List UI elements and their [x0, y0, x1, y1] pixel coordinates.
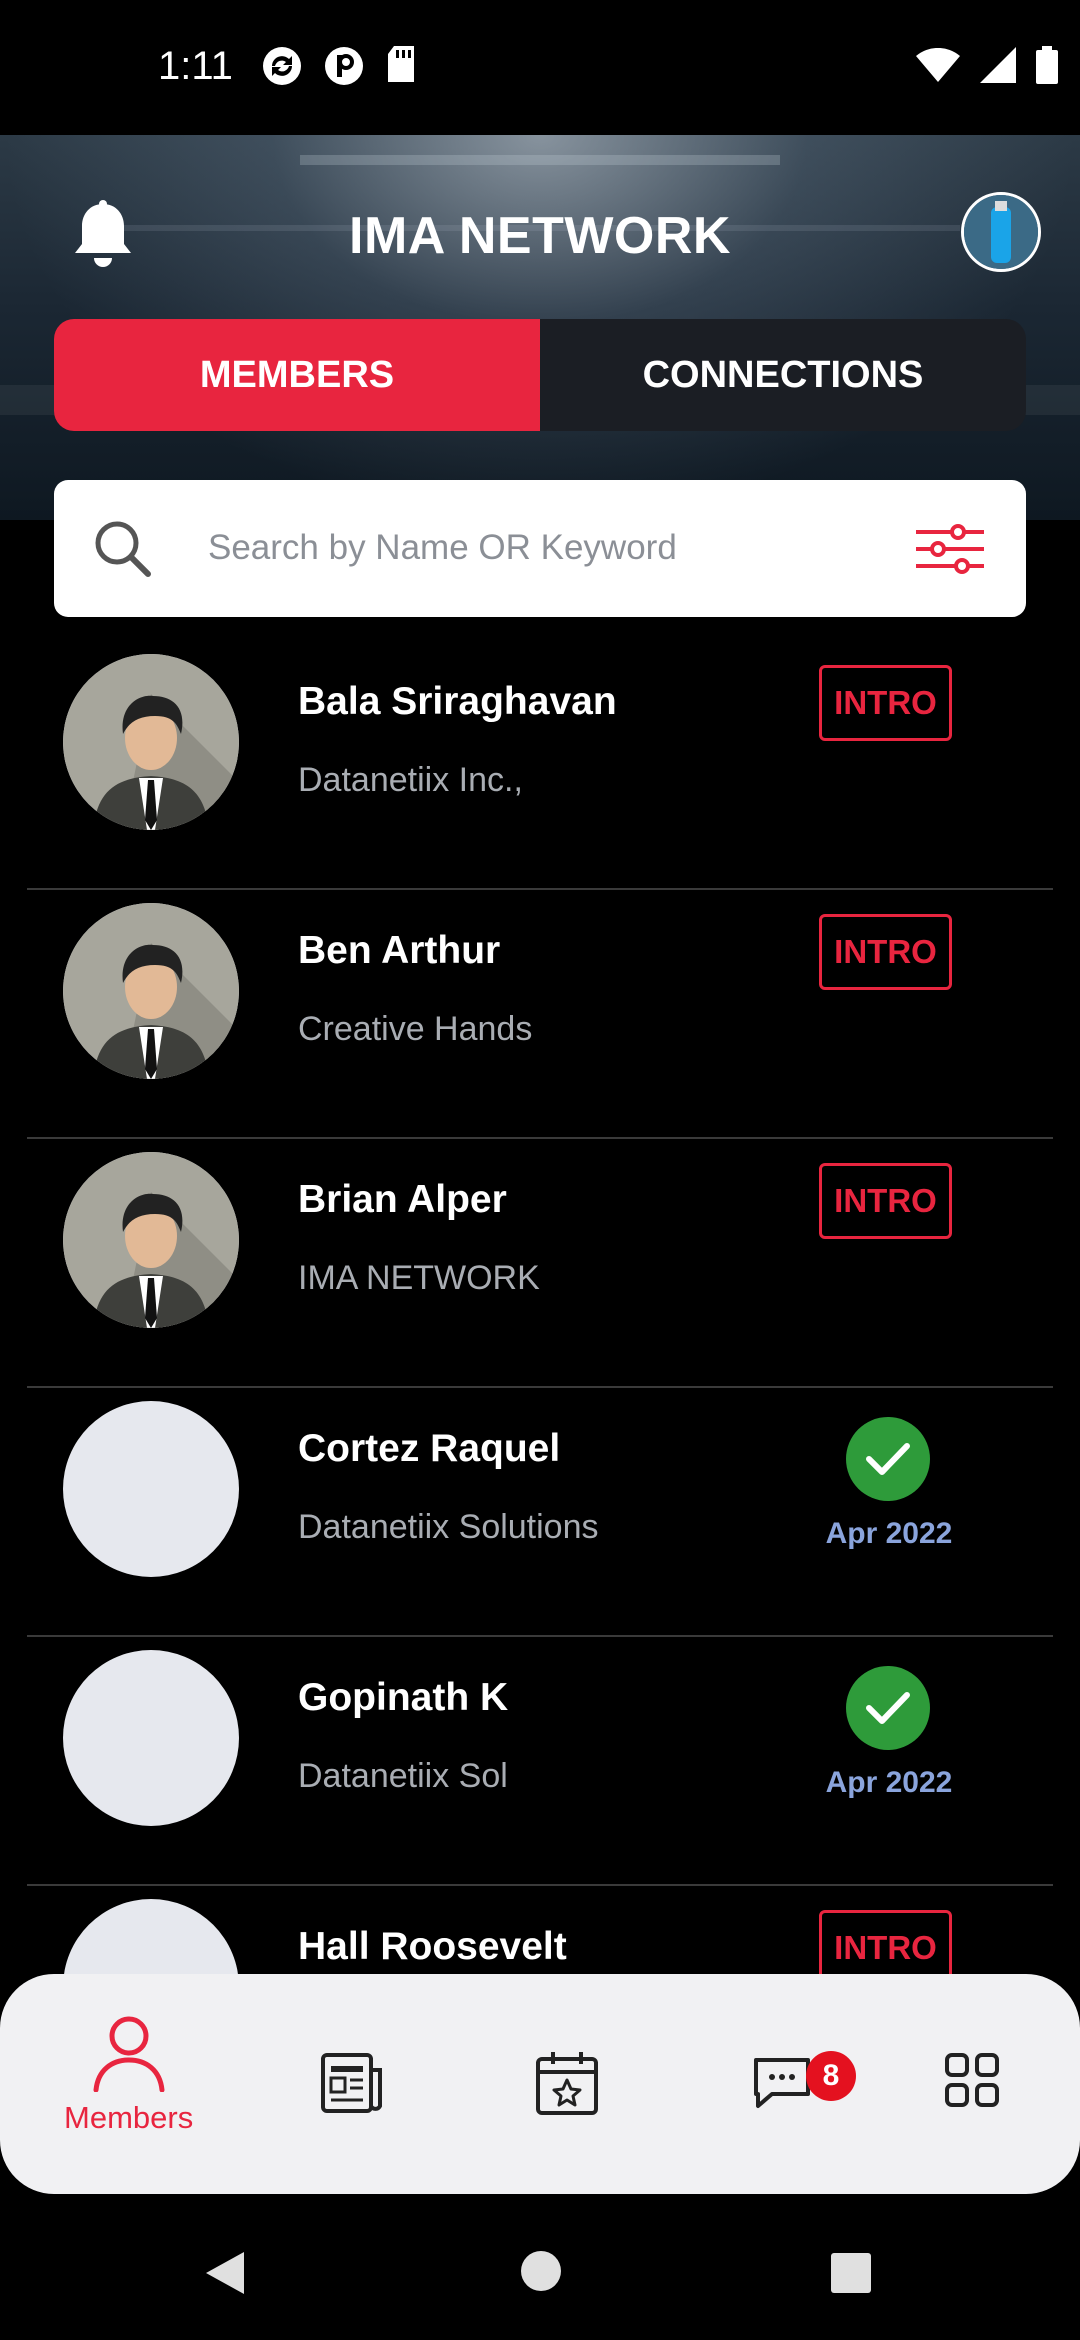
calendar-star-icon [536, 2052, 598, 2115]
intro-button[interactable]: INTRO [819, 665, 952, 741]
battery-icon [1036, 46, 1058, 84]
search-placeholder[interactable]: Search by Name OR Keyword [208, 528, 677, 568]
connected-date: Apr 2022 [825, 1766, 953, 1799]
member-org: Datanetiix Inc., [298, 761, 523, 799]
member-org: IMA NETWORK [298, 1259, 540, 1297]
member-org: Creative Hands [298, 1010, 533, 1048]
tab-connections[interactable]: CONNECTIONS [540, 319, 1026, 431]
intro-button[interactable]: INTRO [819, 914, 952, 990]
intro-button[interactable]: INTRO [819, 1163, 952, 1239]
page-title: IMA NETWORK [349, 207, 731, 265]
back-icon[interactable] [204, 2250, 246, 2296]
person-icon [63, 654, 239, 830]
list-item[interactable]: Cortez Raquel Datanetiix Solutions Apr 2… [27, 1387, 1053, 1637]
member-name: Cortez Raquel [298, 1427, 561, 1470]
list-item[interactable]: Brian Alper IMA NETWORK INTRO [27, 1138, 1053, 1388]
tab-members[interactable]: MEMBERS [54, 319, 540, 431]
member-org: Datanetiix Sol [298, 1757, 508, 1795]
nav-events[interactable] [535, 2050, 599, 2116]
member-name: Gopinath K [298, 1676, 509, 1719]
member-name: Ben Arthur [298, 929, 501, 972]
circle-p-icon [325, 47, 363, 85]
list-item[interactable]: Bala Sriraghavan Datanetiix Inc., INTRO [27, 640, 1053, 890]
sd-card-icon [388, 46, 414, 82]
nav-chat[interactable] [752, 2054, 812, 2110]
person-icon [63, 903, 239, 1079]
check-circle-icon [846, 1666, 930, 1750]
home-icon[interactable] [520, 2250, 562, 2292]
filter-sliders-icon[interactable] [914, 524, 986, 574]
wifi-icon [916, 48, 960, 82]
signal-icon [980, 47, 1016, 83]
check-circle-icon [846, 1417, 930, 1501]
nav-more[interactable] [944, 2052, 1000, 2108]
newspaper-icon [321, 2053, 382, 2113]
search-icon [95, 521, 151, 577]
list-item[interactable]: Ben Arthur Creative Hands INTRO [27, 889, 1053, 1139]
sync-icon [263, 47, 301, 85]
chat-icon [754, 2058, 810, 2108]
blank-avatar [63, 1650, 239, 1826]
profile-avatar[interactable] [961, 192, 1041, 272]
status-time: 1:11 [158, 44, 233, 88]
list-item[interactable]: Gopinath K Datanetiix Sol Apr 2022 [27, 1636, 1053, 1886]
chat-unread-badge: 8 [806, 2051, 856, 2101]
nav-members[interactable]: Members [64, 2014, 193, 2136]
system-navigation-bar [0, 2194, 1080, 2340]
blank-avatar [63, 1401, 239, 1577]
member-name: Brian Alper [298, 1178, 507, 1221]
avatar-image [964, 195, 1038, 269]
connected-date: Apr 2022 [825, 1517, 953, 1550]
search-bar[interactable]: Search by Name OR Keyword [54, 480, 1026, 617]
member-org: Datanetiix Solutions [298, 1508, 599, 1546]
nav-news[interactable] [320, 2052, 384, 2114]
person-icon [63, 1152, 239, 1328]
bottom-navigation: Members [0, 1974, 1080, 2194]
person-outline-icon [93, 2016, 165, 2092]
recents-icon[interactable] [830, 2252, 872, 2294]
nav-members-label: Members [64, 2100, 194, 2135]
segmented-control: MEMBERS CONNECTIONS [54, 319, 1026, 431]
member-name: Hall Roosevelt [298, 1925, 567, 1968]
member-name: Bala Sriraghavan [298, 680, 617, 723]
grid-icon [945, 2053, 999, 2107]
status-bar: 1:11 [0, 0, 1080, 135]
